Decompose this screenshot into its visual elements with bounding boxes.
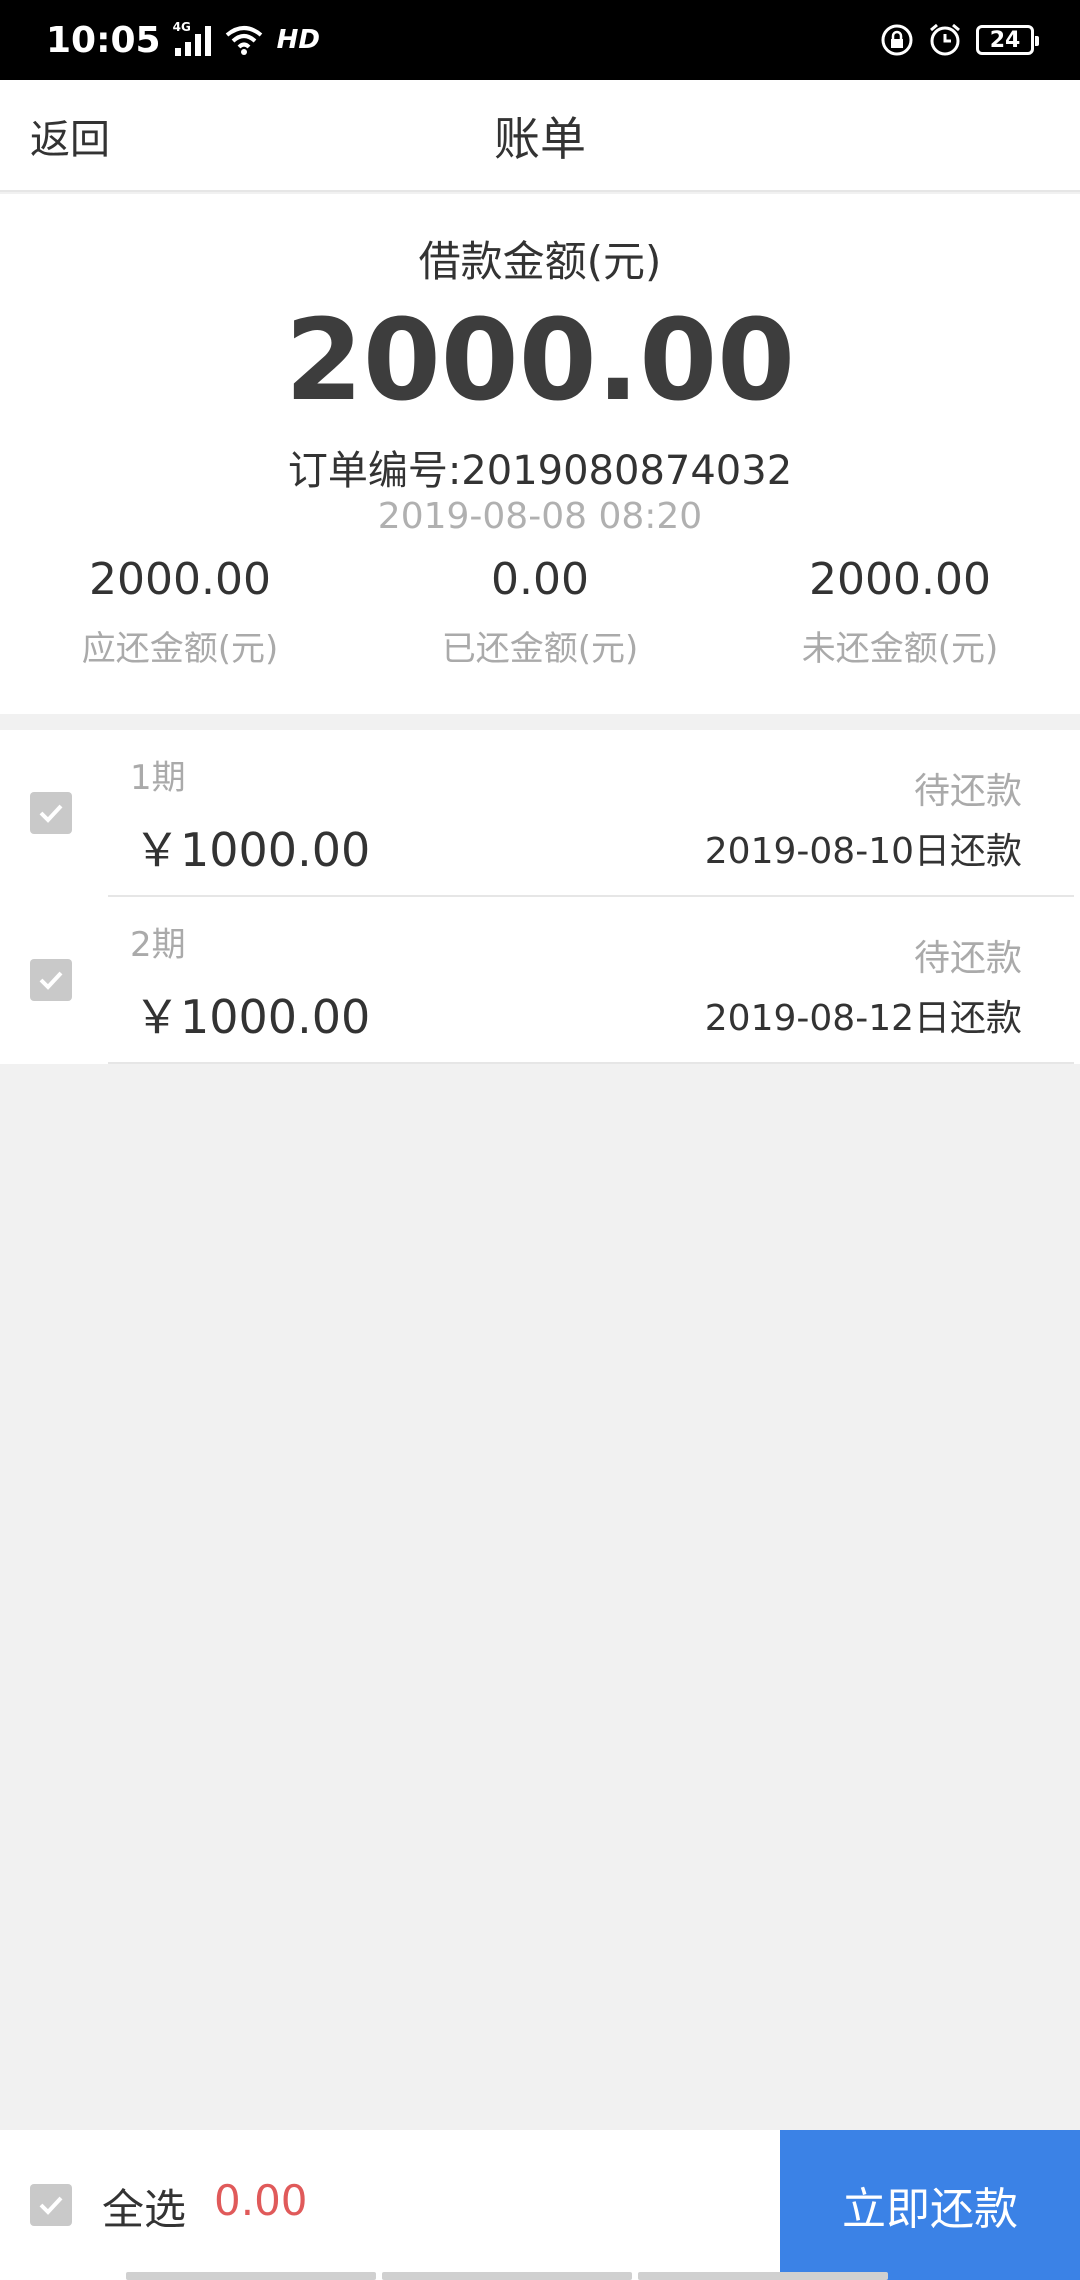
select-all-label[interactable]: 全选 [102, 2176, 186, 2237]
stat-due-label: 应还金额(元) [81, 628, 279, 669]
installment-due-date: 2019-08-10日还款 [704, 831, 1022, 872]
wifi-icon [225, 26, 262, 55]
stat-unpaid-value: 2000.00 [809, 554, 991, 605]
row-divider [108, 1062, 1074, 1064]
rotation-lock-icon [881, 24, 913, 56]
network-type-label: 4G [172, 20, 191, 34]
installment-row[interactable]: 1期 ￥1000.00 待还款 2019-08-10日还款 [0, 730, 1080, 897]
status-bar: 10:05 4G HD 24 [0, 0, 1080, 80]
installment-list: 1期 ￥1000.00 待还款 2019-08-10日还款 2期 ￥1000.0… [0, 730, 1080, 1064]
bill-summary: 借款金额(元) 2000.00 订单编号:2019080874032 2019-… [0, 194, 1080, 714]
amount-stats: 2000.00 应还金额(元) 0.00 已还金额(元) 2000.00 未还金… [0, 554, 1080, 670]
order-number: 订单编号:2019080874032 [287, 448, 793, 494]
status-right: 24 [880, 23, 1039, 57]
selected-total: 0.00 [214, 2176, 308, 2225]
home-indicator-segment [126, 2272, 376, 2280]
status-time: 10:05 [46, 19, 161, 61]
loan-amount-label: 借款金额(元) [418, 237, 662, 286]
installment-checkbox[interactable] [30, 959, 72, 1001]
check-icon [39, 804, 63, 823]
alarm-icon [930, 23, 960, 56]
home-indicator [126, 2272, 888, 2280]
installment-period: 2期 [130, 925, 186, 965]
loan-amount-value: 2000.00 [284, 296, 796, 426]
installment-amount: ￥1000.00 [134, 823, 371, 877]
order-time: 2019-08-08 08:20 [377, 496, 703, 537]
installment-row[interactable]: 2期 ￥1000.00 待还款 2019-08-12日还款 [0, 897, 1080, 1064]
nav-bar: 返回 账单 [0, 80, 1080, 192]
status-left: 10:05 4G HD [46, 20, 320, 61]
stat-paid-value: 0.00 [491, 554, 589, 605]
stat-paid-label: 已还金额(元) [441, 628, 639, 669]
check-icon [39, 2196, 63, 2215]
page-title: 账单 [494, 112, 586, 166]
installment-due-date: 2019-08-12日还款 [704, 998, 1022, 1039]
select-all-checkbox[interactable] [30, 2184, 72, 2226]
back-button[interactable]: 返回 [30, 80, 110, 192]
check-icon [39, 971, 63, 990]
stat-unpaid-label: 未还金额(元) [801, 628, 999, 669]
installment-amount: ￥1000.00 [134, 990, 371, 1044]
installment-status: 待还款 [913, 938, 1022, 979]
stat-due: 2000.00 应还金额(元) [0, 554, 360, 670]
home-indicator-segment [638, 2272, 888, 2280]
stat-due-value: 2000.00 [89, 554, 271, 605]
cellular-signal-icon: 4G [173, 20, 211, 56]
bottom-bar: 全选 0.00 立即还款 [0, 2130, 1080, 2280]
installment-checkbox[interactable] [30, 792, 72, 834]
stat-paid: 0.00 已还金额(元) [360, 554, 720, 670]
battery-level: 24 [989, 27, 1021, 53]
pay-now-button[interactable]: 立即还款 [780, 2130, 1080, 2280]
home-indicator-segment [382, 2272, 632, 2280]
hd-icon: HD [276, 25, 320, 55]
installment-period: 1期 [130, 758, 186, 798]
installment-status: 待还款 [913, 771, 1022, 812]
stat-unpaid: 2000.00 未还金额(元) [720, 554, 1080, 670]
battery-icon: 24 [976, 25, 1039, 55]
